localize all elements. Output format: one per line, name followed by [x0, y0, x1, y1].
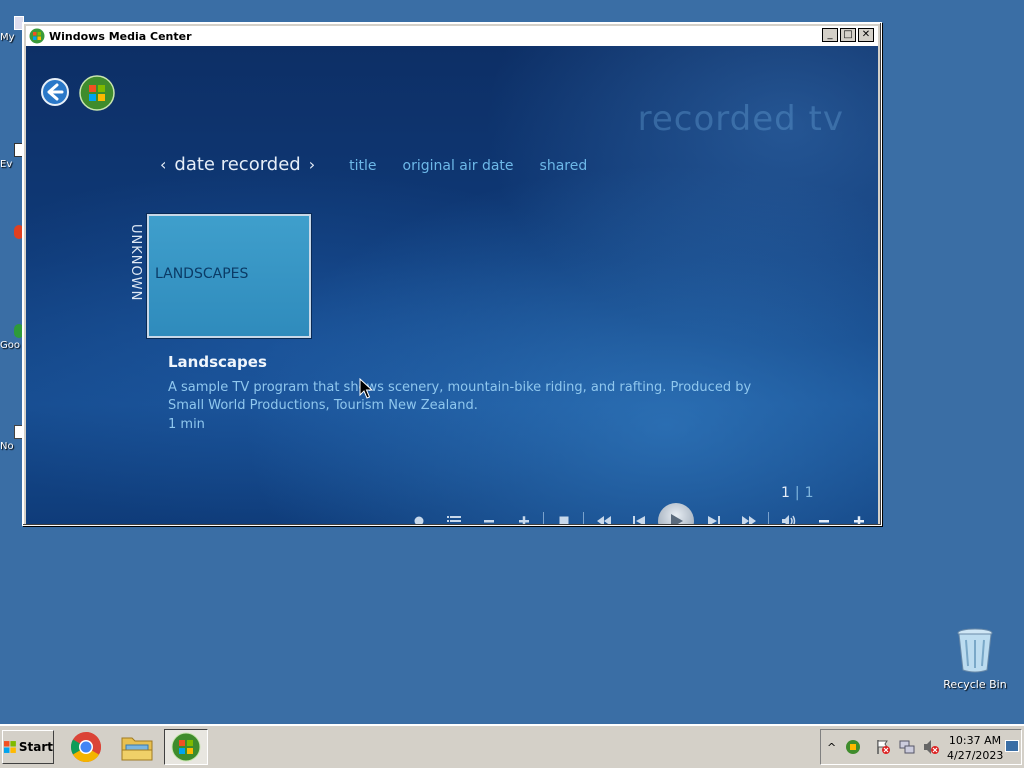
tab-original-air-date[interactable]: original air date — [403, 158, 514, 174]
minimize-button[interactable]: _ — [822, 28, 838, 42]
show-desktop-icon[interactable] — [1005, 740, 1019, 752]
chevron-right-icon[interactable]: › — [309, 155, 315, 174]
system-tray: ^ 10:37 AM 4/27/2023 — [820, 729, 1022, 765]
tab-date-recorded[interactable]: ‹ date recorded › — [152, 154, 323, 175]
recording-title: Landscapes — [168, 353, 267, 371]
folder-icon — [121, 737, 153, 761]
page-current: 1 — [781, 485, 790, 501]
media-center-icon — [29, 28, 45, 44]
desktop-icon-partial[interactable] — [0, 225, 24, 241]
desktop-icon-event[interactable]: Ev — [0, 143, 24, 170]
taskbar-chrome[interactable] — [64, 729, 108, 765]
close-icon: ✕ — [861, 29, 871, 40]
fast-forward-button[interactable] — [731, 506, 766, 524]
back-button[interactable] — [40, 77, 70, 107]
desktop-icon-notepad[interactable]: No — [0, 425, 24, 452]
tab-shared[interactable]: shared — [540, 158, 588, 174]
recording-description: A sample TV program that shows scenery, … — [168, 380, 752, 413]
skip-forward-button[interactable] — [696, 506, 731, 524]
record-button[interactable] — [401, 506, 436, 524]
rewind-button[interactable] — [586, 506, 621, 524]
sort-tabs: ‹ date recorded › title original air dat… — [152, 154, 587, 175]
volume-down-button[interactable] — [806, 506, 841, 524]
skip-back-icon — [632, 516, 645, 524]
guide-list-icon — [446, 516, 461, 522]
show-hidden-icons-button[interactable]: ^ — [827, 741, 837, 754]
clock-date: 4/27/2023 — [947, 749, 1004, 762]
channel-down-icon — [483, 520, 494, 523]
record-icon — [414, 516, 423, 524]
media-center-window: Windows Media Center _ □ ✕ recorded tv ‹… — [22, 22, 882, 526]
rewind-icon — [596, 516, 611, 524]
page-indicator: 1 | 1 — [781, 485, 814, 501]
windows-logo-icon — [3, 741, 16, 753]
recording-duration: 1 min — [168, 417, 205, 432]
taskbar-file-explorer[interactable] — [115, 729, 159, 765]
network-icon[interactable] — [899, 739, 915, 755]
channel-up-icon — [518, 516, 529, 524]
media-center-tray-icon[interactable] — [845, 739, 861, 755]
window-title: Windows Media Center — [49, 29, 192, 43]
clock-time: 10:37 AM — [948, 734, 1002, 747]
desktop-icon-recycle-bin[interactable]: Recycle Bin — [938, 626, 1012, 691]
volume-icon — [781, 515, 795, 524]
play-button[interactable] — [658, 503, 694, 524]
chevron-left-icon[interactable]: ‹ — [160, 155, 166, 174]
chrome-icon — [70, 732, 102, 763]
transport-controls — [401, 503, 876, 524]
group-label: UNKNOWN — [128, 224, 143, 302]
stop-icon — [559, 516, 568, 524]
taskbar-windows-media-center[interactable] — [164, 729, 208, 765]
channel-up-button[interactable] — [506, 506, 541, 524]
mouse-cursor-icon — [359, 378, 373, 399]
divider — [768, 512, 769, 524]
tab-title[interactable]: title — [349, 158, 376, 174]
volume-up-button[interactable] — [841, 506, 876, 524]
recording-tile[interactable]: LANDSCAPES — [147, 214, 311, 338]
skip-forward-icon — [707, 516, 720, 524]
volume-down-icon — [818, 520, 829, 523]
desktop-icon-my-computer[interactable]: My — [0, 16, 24, 43]
divider — [583, 512, 584, 524]
clock[interactable]: 10:37 AM 4/27/2023 — [947, 733, 1003, 763]
start-button[interactable]: Start — [2, 730, 54, 764]
page-total: 1 — [804, 485, 814, 501]
tile-label: LANDSCAPES — [155, 266, 249, 282]
section-heading: recorded tv — [637, 99, 844, 139]
fast-forward-icon — [741, 516, 756, 524]
divider — [543, 512, 544, 524]
start-orb-button[interactable] — [79, 75, 115, 111]
maximize-icon: □ — [843, 29, 853, 40]
guide-button[interactable] — [436, 506, 471, 524]
recycle-bin-icon — [957, 628, 993, 673]
skip-back-button[interactable] — [621, 506, 656, 524]
channel-down-button[interactable] — [471, 506, 506, 524]
title-bar[interactable]: Windows Media Center _ □ ✕ — [26, 26, 878, 46]
media-center-icon — [171, 732, 201, 762]
volume-up-icon — [853, 516, 864, 524]
maximize-button[interactable]: □ — [840, 28, 856, 42]
action-center-flag-icon[interactable] — [875, 739, 891, 755]
minimize-icon: _ — [827, 29, 833, 40]
desktop-icon-google[interactable]: Goo — [0, 324, 24, 351]
media-center-content: recorded tv ‹ date recorded › title orig… — [26, 46, 878, 524]
stop-button[interactable] — [546, 506, 581, 524]
taskbar: Start ^ 10:37 AM 4/27/2023 — [0, 724, 1024, 768]
close-button[interactable]: ✕ — [858, 28, 874, 42]
volume-button[interactable] — [771, 506, 806, 524]
play-icon — [671, 514, 683, 524]
volume-muted-icon[interactable] — [923, 739, 939, 755]
recording-details: Landscapes A sample TV program that show… — [168, 353, 788, 432]
